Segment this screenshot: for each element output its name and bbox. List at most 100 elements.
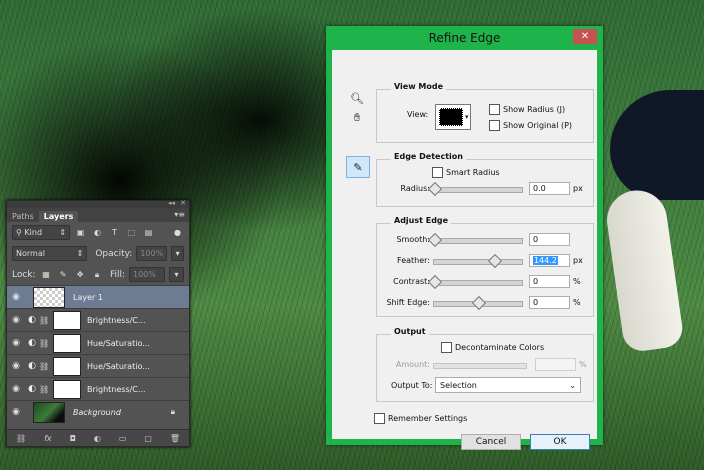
close-panel-button[interactable]: ✕ <box>180 199 186 207</box>
view-mode-selector[interactable]: ▾ <box>435 104 471 130</box>
adjustment-layer-icon: ◐ <box>28 384 36 394</box>
lock-all-icon[interactable]: 🔒︎ <box>91 268 104 281</box>
chain-link-icon[interactable]: ⛓︎ <box>39 316 49 325</box>
lock-icon: 🔒︎ <box>170 407 175 416</box>
layer-thumbnail <box>33 286 65 308</box>
chain-link-icon[interactable]: ⛓︎ <box>39 339 49 348</box>
layer-row[interactable]: ◉ ◐ ⛓︎ Hue/Saturatio... <box>7 354 189 377</box>
chain-link-icon[interactable]: ⛓︎ <box>39 385 49 394</box>
filter-kind-label: Kind <box>24 228 43 237</box>
layer-name: Background <box>73 407 121 417</box>
tab-layers[interactable]: Layers <box>38 211 79 222</box>
blend-mode-value: Normal <box>16 249 45 258</box>
contrast-slider[interactable] <box>427 274 523 290</box>
shift-edge-input[interactable]: 0 <box>529 296 570 309</box>
link-layers-icon[interactable]: ⛓︎ <box>16 434 26 443</box>
show-original-checkbox[interactable]: Show Original (P) <box>489 120 572 131</box>
feather-slider[interactable] <box>433 253 523 269</box>
contrast-input[interactable]: 0 <box>529 275 570 288</box>
group-title: Output <box>391 327 429 336</box>
filter-adjustment-icon[interactable]: ◐ <box>91 226 104 239</box>
slider-knob[interactable] <box>427 232 443 248</box>
layer-mask-thumbnail <box>53 310 81 330</box>
slider-knob[interactable] <box>427 181 443 197</box>
group-title: View Mode <box>391 82 447 91</box>
updown-icon: ⇕ <box>76 249 84 258</box>
panel-menu-icon[interactable]: ▾≡ <box>174 210 185 219</box>
zoom-tool-icon[interactable]: 🔍︎ <box>346 88 368 108</box>
view-mode-preview <box>439 108 463 126</box>
filter-pixel-icon[interactable]: ▣ <box>74 226 87 239</box>
radius-slider[interactable] <box>427 181 523 197</box>
checkbox-box <box>489 120 500 131</box>
edge-detection-group: Edge Detection Smart Radius Radius: 0.0 … <box>376 152 594 207</box>
eye-icon[interactable]: ◉ <box>7 338 25 348</box>
eye-icon[interactable]: ◉ <box>7 407 25 417</box>
lock-position-icon[interactable]: ✥ <box>74 268 87 281</box>
search-icon: ⚲ <box>16 228 25 237</box>
blend-mode-select[interactable]: Normal ⇕ <box>12 246 88 261</box>
opacity-label: Opacity: <box>95 248 133 259</box>
layer-name: Hue/Saturatio... <box>87 361 150 371</box>
feather-input[interactable]: 144.2 <box>529 254 570 267</box>
layer-row[interactable]: ◉ Background 🔒︎ <box>7 400 189 423</box>
smooth-slider[interactable] <box>427 232 523 248</box>
cancel-button[interactable]: Cancel <box>461 434 521 450</box>
hand-tool-icon[interactable]: ✋︎ <box>346 108 368 128</box>
eye-icon[interactable]: ◉ <box>7 315 25 325</box>
filter-smart-object-icon[interactable]: ▤ <box>142 226 155 239</box>
output-to-select[interactable]: Selection ⌄ <box>435 377 581 393</box>
tab-paths[interactable]: Paths <box>7 211 39 222</box>
opacity-dropdown-icon[interactable]: ▾ <box>171 246 184 261</box>
fill-dropdown-icon[interactable]: ▾ <box>169 267 184 282</box>
layer-name: Brightness/C... <box>87 384 146 394</box>
filter-shape-icon[interactable]: ⬚ <box>125 226 138 239</box>
new-layer-icon[interactable]: ▢ <box>144 434 152 443</box>
lock-transparent-icon[interactable]: ▦ <box>40 268 53 281</box>
fx-icon[interactable]: fx <box>44 434 52 443</box>
fill-input[interactable]: 100% <box>129 267 165 282</box>
lock-label: Lock: <box>12 269 36 280</box>
filter-type-icon[interactable]: T <box>108 226 121 239</box>
add-mask-icon[interactable]: ◘ <box>70 434 76 443</box>
smart-radius-checkbox[interactable]: Smart Radius <box>432 167 500 178</box>
slider-knob[interactable] <box>487 253 502 269</box>
shift-edge-slider[interactable] <box>433 295 523 311</box>
adjustment-layer-icon: ◐ <box>28 361 36 371</box>
eye-icon[interactable]: ◉ <box>7 384 25 394</box>
refine-radius-tool-icon[interactable]: ✎ <box>346 156 370 178</box>
lock-image-icon[interactable]: ✎ <box>57 268 70 281</box>
slider-knob[interactable] <box>471 295 487 311</box>
contrast-label: Contrast: <box>393 277 430 286</box>
layers-footer: ⛓︎ fx ◘ ◐ ▭ ▢ 🗑︎ <box>7 429 189 446</box>
dialog-title: Refine Edge <box>428 31 501 45</box>
eye-icon[interactable]: ◉ <box>7 292 25 302</box>
close-button[interactable]: ✕ <box>573 29 597 44</box>
trash-icon[interactable]: 🗑︎ <box>170 434 180 443</box>
group-title: Edge Detection <box>391 152 466 161</box>
slider-knob[interactable] <box>427 274 443 290</box>
new-group-icon[interactable]: ▭ <box>119 434 127 443</box>
radius-input[interactable]: 0.0 <box>529 182 570 195</box>
filter-kind-select[interactable]: ⚲ Kind ⇕ <box>12 225 70 240</box>
layer-name: Brightness/C... <box>87 315 146 325</box>
layer-row[interactable]: ◉ ◐ ⛓︎ Hue/Saturatio... <box>7 331 189 354</box>
ok-button[interactable]: OK <box>530 434 590 450</box>
layer-name: Layer 1 <box>73 292 103 302</box>
checkbox-box <box>441 342 452 353</box>
chain-link-icon[interactable]: ⛓︎ <box>39 362 49 371</box>
eye-icon[interactable]: ◉ <box>7 361 25 371</box>
filter-toggle-icon[interactable]: ● <box>171 226 184 239</box>
layer-row[interactable]: ◉ Layer 1 <box>7 285 189 308</box>
smooth-input[interactable]: 0 <box>529 233 570 246</box>
remember-settings-checkbox[interactable]: Remember Settings <box>374 413 467 424</box>
layer-row[interactable]: ◉ ◐ ⛓︎ Brightness/C... <box>7 377 189 400</box>
opacity-input[interactable]: 100% <box>136 246 168 261</box>
show-radius-checkbox[interactable]: Show Radius (J) <box>489 104 565 115</box>
dialog-body: 🔍︎ ✋︎ ✎ View Mode View: ▾ Show Radius (J… <box>332 50 597 450</box>
layer-row[interactable]: ◉ ◐ ⛓︎ Brightness/C... <box>7 308 189 331</box>
collapse-panel-button[interactable]: ◂◂ <box>168 199 175 207</box>
adjustment-icon[interactable]: ◐ <box>94 434 101 443</box>
output-to-value: Selection <box>440 380 477 390</box>
decontaminate-colors-checkbox[interactable]: Decontaminate Colors <box>441 342 544 353</box>
